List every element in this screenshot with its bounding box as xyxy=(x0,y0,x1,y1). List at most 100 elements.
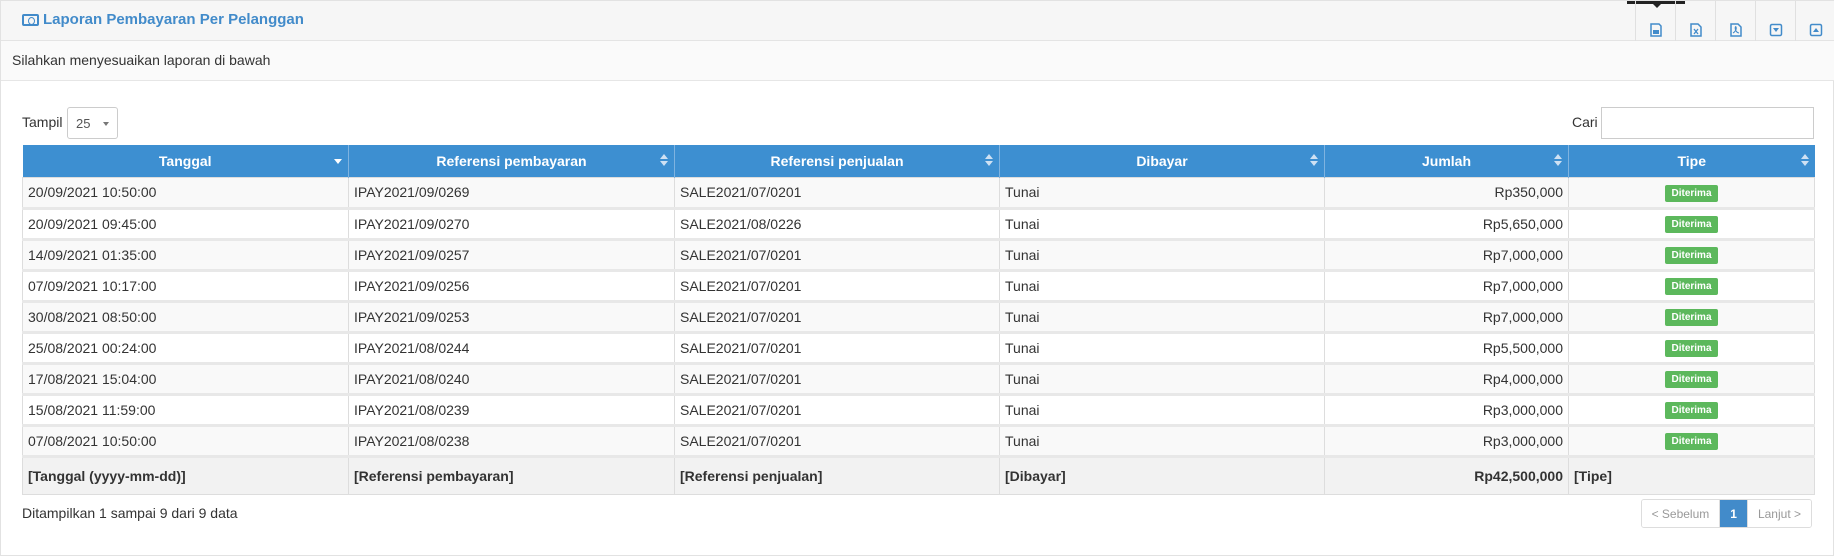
cell-jumlah: Rp7,000,000 xyxy=(1324,238,1569,272)
status-badge: Diterima xyxy=(1665,433,1718,450)
table-row: 14/09/2021 01:35:00 IPAY2021/09/0257 SAL… xyxy=(22,238,1815,272)
footer-filter-ref-bayar[interactable]: [Referensi pembayaran] xyxy=(348,455,675,495)
cell-ref-jual: SALE2021/07/0201 xyxy=(674,176,1000,210)
search-label: Cari xyxy=(1572,114,1598,130)
table-footer-row: [Tanggal (yyyy-mm-dd)] [Referensi pembay… xyxy=(22,455,1815,495)
cell-dibayar: Tunai xyxy=(999,238,1325,272)
cell-ref-bayar: IPAY2021/09/0269 xyxy=(348,176,675,210)
cell-tanggal: 15/08/2021 11:59:00 xyxy=(22,393,349,427)
cell-tanggal: 17/08/2021 15:04:00 xyxy=(22,362,349,396)
cell-tanggal: 20/09/2021 10:50:00 xyxy=(22,176,349,210)
cell-dibayar: Tunai xyxy=(999,362,1325,396)
column-header-label: Tipe xyxy=(1677,152,1707,169)
cell-tipe: Diterima xyxy=(1568,331,1815,365)
excel-icon[interactable] xyxy=(1675,1,1715,41)
cell-tanggal: 20/09/2021 09:45:00 xyxy=(22,207,349,241)
table-row: 15/08/2021 11:59:00 IPAY2021/08/0239 SAL… xyxy=(22,393,1815,427)
cell-tipe: Diterima xyxy=(1568,207,1815,241)
status-badge: Diterima xyxy=(1665,278,1718,295)
table-row: 25/08/2021 00:24:00 IPAY2021/08/0244 SAL… xyxy=(22,331,1815,365)
pagination: < Sebelum 1 Lanjut > xyxy=(1640,499,1812,528)
money-icon xyxy=(22,13,39,26)
save-image-icon[interactable] xyxy=(1635,1,1675,41)
pdf-icon[interactable] xyxy=(1715,1,1755,41)
cell-ref-jual: SALE2021/07/0201 xyxy=(674,331,1000,365)
table-row: 07/08/2021 10:50:00 IPAY2021/08/0238 SAL… xyxy=(22,424,1815,458)
sort-icon xyxy=(1554,154,1562,168)
sort-icon xyxy=(985,154,993,168)
cell-dibayar: Tunai xyxy=(999,269,1325,303)
cell-ref-jual: SALE2021/07/0201 xyxy=(674,300,1000,334)
cell-dibayar: Tunai xyxy=(999,331,1325,365)
cell-jumlah: Rp4,000,000 xyxy=(1324,362,1569,396)
cell-tipe: Diterima xyxy=(1568,300,1815,334)
cell-dibayar: Tunai xyxy=(999,176,1325,210)
status-badge: Diterima xyxy=(1665,247,1718,264)
cell-ref-jual: SALE2021/07/0201 xyxy=(674,362,1000,396)
cell-tanggal: 07/09/2021 10:17:00 xyxy=(22,269,349,303)
cell-dibayar: Tunai xyxy=(999,393,1325,427)
footer-filter-ref-jual[interactable]: [Referensi penjualan] xyxy=(674,455,1000,495)
pagination-prev-button[interactable]: < Sebelum xyxy=(1641,500,1721,527)
cell-jumlah: Rp7,000,000 xyxy=(1324,300,1569,334)
pagination-next-button[interactable]: Lanjut > xyxy=(1747,500,1811,527)
cell-ref-bayar: IPAY2021/08/0239 xyxy=(348,393,675,427)
panel-header: Laporan Pembayaran Per Pelanggan xyxy=(1,1,1834,41)
description-text: Silahkan menyesuaikan laporan di bawah xyxy=(12,52,271,68)
report-description: Silahkan menyesuaikan laporan di bawah xyxy=(1,41,1834,81)
status-badge: Diterima xyxy=(1665,340,1718,357)
status-badge: Diterima xyxy=(1665,216,1718,233)
search-input[interactable] xyxy=(1601,107,1814,139)
cell-ref-jual: SALE2021/07/0201 xyxy=(674,269,1000,303)
column-header-ref-jual[interactable]: Referensi penjualan xyxy=(674,145,1000,177)
collapse-down-icon[interactable] xyxy=(1755,1,1795,41)
cell-jumlah: Rp3,000,000 xyxy=(1324,393,1569,427)
chevron-down-icon xyxy=(103,122,109,129)
footer-filter-tipe[interactable]: [Tipe] xyxy=(1568,455,1815,495)
table-row: 07/09/2021 10:17:00 IPAY2021/09/0256 SAL… xyxy=(22,269,1815,303)
cell-tipe: Diterima xyxy=(1568,362,1815,396)
column-header-dibayar[interactable]: Dibayar xyxy=(999,145,1325,177)
table-row: 17/08/2021 15:04:00 IPAY2021/08/0240 SAL… xyxy=(22,362,1815,396)
sort-icon xyxy=(660,154,668,168)
column-header-label: Referensi pembayaran xyxy=(436,152,587,169)
page-length-select[interactable]: 25 xyxy=(67,107,118,139)
column-header-tipe[interactable]: Tipe xyxy=(1568,145,1815,177)
sort-icon xyxy=(1310,154,1318,168)
table-header-row: Tanggal Referensi pembayaran Referensi p… xyxy=(22,145,1815,177)
cell-tanggal: 25/08/2021 00:24:00 xyxy=(22,331,349,365)
pagination-page-button[interactable]: 1 xyxy=(1720,500,1748,527)
table-info: Ditampilkan 1 sampai 9 dari 9 data xyxy=(22,505,238,521)
cell-jumlah: Rp5,650,000 xyxy=(1324,207,1569,241)
table-row: 30/08/2021 08:50:00 IPAY2021/09/0253 SAL… xyxy=(22,300,1815,334)
cell-ref-bayar: IPAY2021/09/0256 xyxy=(348,269,675,303)
cell-jumlah: Rp3,000,000 xyxy=(1324,424,1569,458)
cell-tipe: Diterima xyxy=(1568,269,1815,303)
footer-filter-tanggal[interactable]: [Tanggal (yyyy-mm-dd)] xyxy=(22,455,349,495)
cell-ref-jual: SALE2021/08/0226 xyxy=(674,207,1000,241)
cell-tanggal: 30/08/2021 08:50:00 xyxy=(22,300,349,334)
status-badge: Diterima xyxy=(1665,184,1718,202)
page-length-value: 25 xyxy=(76,116,91,131)
column-header-ref-bayar[interactable]: Referensi pembayaran xyxy=(348,145,675,177)
footer-filter-dibayar[interactable]: [Dibayar] xyxy=(999,455,1325,495)
collapse-up-icon[interactable] xyxy=(1795,1,1834,41)
export-toolbar xyxy=(1635,1,1834,41)
cell-dibayar: Tunai xyxy=(999,207,1325,241)
cell-tipe: Diterima xyxy=(1568,393,1815,427)
table-row: 20/09/2021 10:50:00 IPAY2021/09/0269 SAL… xyxy=(22,176,1815,210)
cell-ref-jual: SALE2021/07/0201 xyxy=(674,393,1000,427)
cell-dibayar: Tunai xyxy=(999,300,1325,334)
footer-total-jumlah: Rp42,500,000 xyxy=(1324,455,1569,495)
status-badge: Diterima xyxy=(1665,371,1718,388)
table-body: 20/09/2021 10:50:00 IPAY2021/09/0269 SAL… xyxy=(22,176,1815,458)
cell-tanggal: 14/09/2021 01:35:00 xyxy=(22,238,349,272)
cell-jumlah: Rp7,000,000 xyxy=(1324,269,1569,303)
cell-ref-bayar: IPAY2021/08/0238 xyxy=(348,424,675,458)
cell-ref-bayar: IPAY2021/09/0270 xyxy=(348,207,675,241)
cell-tipe: Diterima xyxy=(1568,424,1815,458)
column-header-label: Tanggal xyxy=(158,152,212,169)
column-header-jumlah[interactable]: Jumlah xyxy=(1324,145,1569,177)
column-header-tanggal[interactable]: Tanggal xyxy=(22,145,349,177)
page-title: Laporan Pembayaran Per Pelanggan xyxy=(22,11,304,28)
